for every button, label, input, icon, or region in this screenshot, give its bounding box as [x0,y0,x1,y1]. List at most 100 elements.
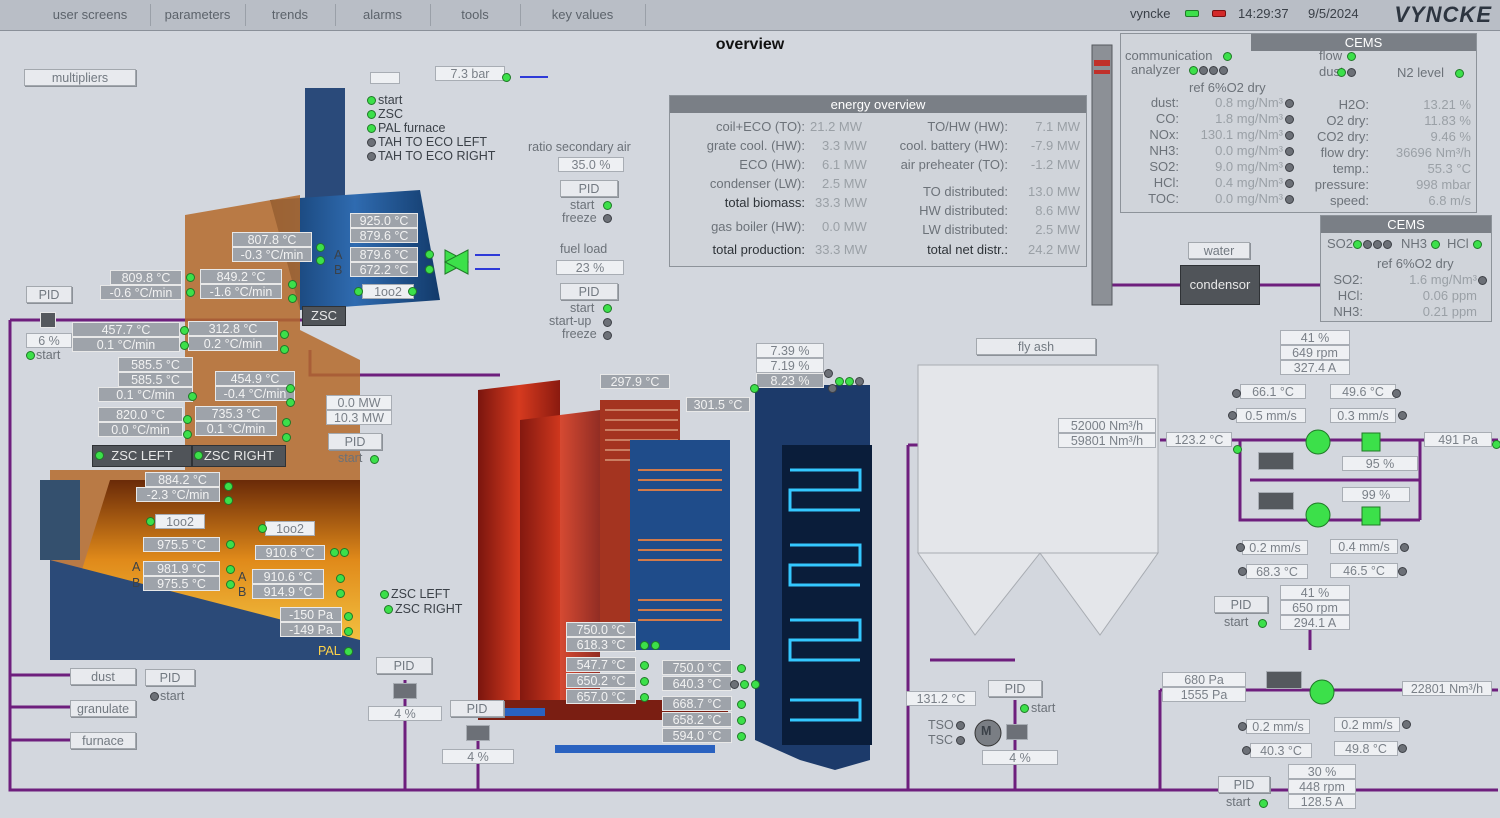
start-left-indicator [26,351,35,360]
temp-981-status [226,565,235,574]
pal-label: PAL [318,644,341,658]
cems-l-label-1: CO: [1155,111,1179,126]
cems-panel-2: CEMS SO2 NH3 HCl ref 6%O2 dry SO2: 1.6 m… [1320,215,1492,322]
temp-e5: 657.0 °C [566,689,636,704]
freeze-fuel-indicator [603,331,612,340]
cems-r-label-1: O2 dry: [1326,113,1369,128]
pct-4-a: 4 % [368,706,442,721]
cems-l-value-6: 0.0 mg/Nm³ [1215,191,1283,206]
temp-849-status [288,280,297,289]
energy-overview-panel: energy overview coil+ECO (TO): 21.2 MW g… [669,95,1087,267]
menu-user-screens[interactable]: user screens [30,4,151,26]
pid-r1-button[interactable]: PID [1214,596,1268,613]
vib-f-status [1402,720,1411,729]
cems2-value-2: 0.21 ppm [1422,304,1477,319]
temp-975-b: 975.5 °C [143,576,220,591]
cems-l-value-2: 130.1 mg/Nm³ [1200,127,1283,142]
menu-key-values[interactable]: key values [520,4,646,26]
cems2-value-0: 1.6 mg/Nm³ [1409,272,1477,287]
energy-right-label-2: air preheater (TO): [900,157,1008,172]
o2-status-3 [835,377,844,386]
start-fuel-label: start [570,301,595,315]
multipliers-button[interactable]: multipliers [24,69,136,86]
temp-49-8-status [1398,744,1407,753]
pid-r2-button[interactable]: PID [988,680,1042,697]
tsc-label: TSC [928,733,953,747]
pid-r3-button[interactable]: PID [1218,776,1270,793]
temp-914: 914.9 °C [252,584,324,599]
energy-overview-title: energy overview [670,96,1086,113]
fan1-rpm: 649 rpm [1280,345,1350,360]
start-dust-indicator [150,692,159,701]
granulate-button[interactable]: granulate [70,700,136,717]
menu-alarms[interactable]: alarms [335,4,431,26]
temp-e7-status-3 [751,680,760,689]
o2-pct-2: 7.19 % [756,358,824,373]
energy-left-label-3: condenser (LW): [709,176,805,191]
start-mw-label: start [338,451,363,465]
cems-l-status-2 [1285,131,1294,140]
pct-4-b: 4 % [442,749,514,764]
cems2-value-1: 0.06 ppm [1422,288,1477,303]
temp-e9-status [737,716,746,725]
pid-left-button[interactable]: PID [26,286,72,303]
zsc-left-button[interactable]: ZSC LEFT [92,445,192,467]
tso-indicator [956,721,965,730]
temp-top-1: 925.0 °C [350,213,418,228]
rate-585: 0.1 °C/min [98,387,193,402]
temp-40: 40.3 °C [1250,743,1312,758]
zsc-button[interactable]: ZSC [302,306,346,326]
cems-r-value-6: 6.8 m/s [1428,193,1471,208]
fan2-pct: 41 % [1280,585,1350,600]
temp-820-status [183,415,192,424]
temp-975-a: 975.5 °C [143,537,220,552]
temp-807: 807.8 °C [232,232,312,247]
vib-d-status [1400,543,1409,552]
temp-46: 46.5 °C [1330,563,1398,578]
vib-b-status [1398,411,1407,420]
water-button[interactable]: water [1188,242,1250,259]
vib-e: 0.2 mm/s [1246,719,1310,734]
energy-right-label-6: total net distr.: [927,242,1008,257]
energy-left-value-3: 2.5 MW [822,176,867,191]
condensor-button[interactable]: condensor [1180,265,1260,305]
temp-e2: 618.3 °C [566,637,636,652]
pressure-sensor-icon [370,72,400,84]
pid-4-button[interactable]: PID [376,657,432,674]
o2-status-6 [750,384,759,393]
cems-r-label-2: CO2 dry: [1316,129,1369,144]
cems-analyzer-status-2 [1199,66,1208,75]
temp-735-status [282,418,291,427]
menu-parameters[interactable]: parameters [150,4,246,26]
zsc-right2-status [384,605,393,614]
fly-ash-button[interactable]: fly ash [976,338,1096,355]
temp-e4-status [640,677,649,686]
cems-l-label-4: SO2: [1149,159,1179,174]
temp-454-status [286,384,295,393]
pid-mw-button[interactable]: PID [328,433,382,450]
furnace-button[interactable]: furnace [70,732,136,749]
temp-e3-status [640,661,649,670]
start-dust-label: start [160,689,185,703]
b-temp: 672.2 °C [350,262,418,277]
dust-button[interactable]: dust [70,668,136,685]
fan1-pct: 41 % [1280,330,1350,345]
cems-dust-status-2 [1347,68,1356,77]
pid-5-button[interactable]: PID [450,700,504,717]
temp-e4: 650.2 °C [566,673,636,688]
pid-dust-button[interactable]: PID [145,669,195,686]
pid-fuel-button[interactable]: PID [560,283,618,300]
pid-ratio-button[interactable]: PID [560,180,618,197]
energy-right-value-5: 2.5 MW [1035,222,1080,237]
rate-454: -0.4 °C/min [215,386,295,401]
a-status [425,250,434,259]
menu-tools[interactable]: tools [430,4,521,26]
temp-457-status [180,326,189,335]
page-title: overview [715,36,785,53]
cems2-so2-label: SO2 [1327,236,1354,251]
fan1-amps: 327.4 A [1280,360,1350,375]
energy-left-label-4: total biomass: [724,195,805,210]
zsc-right-button[interactable]: ZSC RIGHT [192,445,286,467]
menu-trends[interactable]: trends [245,4,336,26]
logout-status-icon [1212,10,1226,17]
